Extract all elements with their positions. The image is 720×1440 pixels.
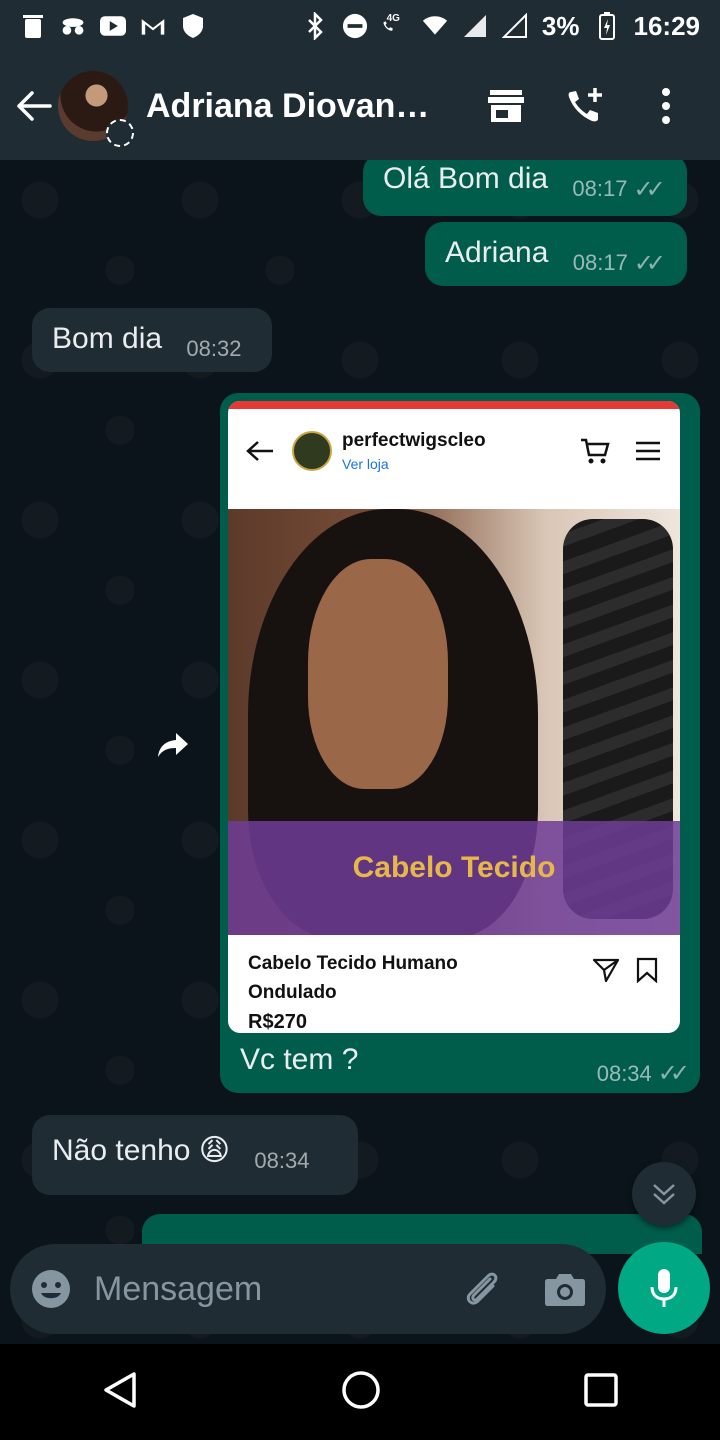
chat-header: Adriana Diovana… [0,52,720,160]
message-composer: Mensagem [10,1244,606,1334]
clock: 16:29 [633,10,701,41]
message-meta: 08:34 [254,1148,309,1174]
nav-home-button[interactable] [341,1370,381,1415]
shield-notification-icon [180,13,206,39]
nav-recents-icon [584,1372,619,1407]
chat-area[interactable]: Olá Bom dia 08:17 ✓✓ Adriana 08:17 ✓✓ Bo… [0,160,720,1344]
model-face [308,559,448,789]
wifi-icon [422,13,448,39]
double-check-icon: ✓✓ [633,175,665,203]
forward-icon [158,733,188,757]
battery-percent: 3% [541,10,580,41]
nav-recents-button[interactable] [584,1372,619,1412]
camera-icon[interactable] [544,1271,586,1307]
battery-charging-icon [594,12,620,40]
message-text: Bom dia [52,322,163,355]
product-photo: Cabelo Tecido [228,509,680,935]
screenshot-header-icons [580,437,662,465]
menu-icon [636,441,660,461]
bluetooth-icon [302,12,328,40]
message-meta: 08:17 ✓✓ [572,249,666,278]
trash-notification-icon [20,13,46,39]
message-time: 08:32 [186,336,242,361]
double-check-icon: ✓✓ [633,249,666,277]
image-caption: Vc tem ? [240,1043,359,1076]
nav-home-icon [342,1370,380,1409]
message-outgoing[interactable]: Olá Bom dia 08:17 ✓✓ [363,160,687,216]
message-meta: 08:17 ✓✓ [572,175,665,204]
signal-icon [462,13,488,39]
youtube-notification-icon [100,13,126,39]
message-outgoing-image[interactable]: perfectwigscleo Ver loja Cabelo Tecido C… [220,393,700,1093]
back-button[interactable] [4,52,64,160]
double-check-icon: ✓✓ [657,1060,690,1087]
contact-avatar[interactable] [58,71,134,147]
message-text: Adriana [445,236,549,269]
incognito-notification-icon [60,13,86,39]
store-icon [488,90,524,122]
gmail-notification-icon [140,13,166,39]
message-input[interactable]: Mensagem [94,1270,460,1309]
screenshot-status-strip [228,401,680,409]
message-meta: 08:32 [186,336,241,362]
signal-empty-icon [501,13,528,39]
back-arrow-icon [246,441,273,461]
status-ring-icon [106,119,134,147]
send-icon [592,958,620,983]
product-price: R$270 [248,1011,307,1033]
message-time: 08:17 [572,176,628,201]
system-navigation-bar [0,1344,720,1440]
mic-button[interactable] [618,1242,710,1334]
screenshot-store-header: perfectwigscleo Ver loja [228,409,680,493]
double-chevron-down-icon [653,1184,675,1205]
message-outgoing[interactable]: Adriana 08:17 ✓✓ [425,222,687,286]
store-name: perfectwigscleo [342,430,486,451]
store-link: Ver loja [342,456,389,472]
message-text: Não tenho 😩 [52,1134,231,1167]
message-incoming[interactable]: Bom dia 08:32 [32,308,272,372]
image-attachment[interactable]: perfectwigscleo Ver loja Cabelo Tecido C… [228,401,680,1033]
scroll-to-bottom-button[interactable] [632,1162,696,1226]
nav-back-button[interactable] [102,1371,138,1414]
emoji-icon[interactable] [30,1268,72,1310]
message-time: 08:34 [596,1060,652,1086]
message-time: 08:34 [254,1148,310,1173]
message-text: Olá Bom dia [383,162,549,195]
banner-text: Cabelo Tecido [352,851,556,884]
mic-icon [650,1269,678,1307]
message-meta: 08:34 ✓✓ [596,1059,690,1088]
do-not-disturb-icon [342,13,368,39]
store-button[interactable] [466,52,546,160]
store-logo [292,431,332,471]
message-time: 08:17 [572,250,628,275]
more-vert-icon [662,88,670,124]
message-incoming[interactable]: Não tenho 😩 08:34 [32,1115,358,1195]
add-call-icon [568,88,602,122]
product-title: Cabelo Tecido Humano Ondulado [248,953,458,1003]
contact-name[interactable]: Adriana Diovana… [146,87,446,126]
nav-back-icon [103,1371,136,1408]
forward-button[interactable] [148,720,198,770]
product-banner: Cabelo Tecido [228,821,680,935]
attach-icon[interactable] [460,1267,504,1311]
bookmark-icon [636,957,658,983]
store-info: perfectwigscleo Ver loja [342,430,486,472]
more-options-button[interactable] [626,52,706,160]
add-call-button[interactable] [546,52,626,160]
product-actions [592,957,658,983]
status-bar: 4G 3% 16:29 [0,0,720,52]
network-type-label: 4G [386,12,400,24]
volte-call-icon: 4G [382,13,408,39]
back-arrow-icon [17,91,52,121]
cart-icon [581,438,610,464]
